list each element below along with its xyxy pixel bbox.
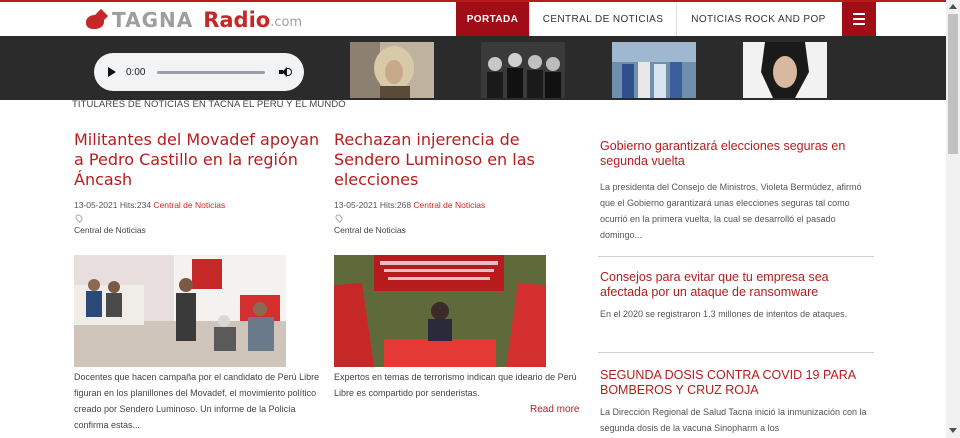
article-card-1: Militantes del Movadef apoyan a Pedro Ca… <box>74 130 324 235</box>
sidebar-news-1: Gobierno garantizará elecciones seguras … <box>600 139 876 243</box>
article-excerpt: Expertos en temas de terrorismo indican … <box>334 372 577 398</box>
article-hits: Hits:234 <box>119 200 152 210</box>
article-category-link[interactable]: Central de Noticias <box>413 200 485 210</box>
sidebar-divider <box>598 256 874 257</box>
article-meta: 13-05-2021 Hits:234 Central de Noticias <box>74 200 324 210</box>
sidebar-news-title[interactable]: Consejos para evitar que tu empresa sea … <box>600 270 876 300</box>
article-author: Central de Noticias <box>74 225 146 235</box>
play-icon[interactable] <box>108 67 116 77</box>
sidebar-news-2: Consejos para evitar que tu empresa sea … <box>600 270 876 322</box>
gallery-thumb-4[interactable] <box>743 42 827 98</box>
hamburger-icon <box>853 13 865 15</box>
author-pin-icon <box>334 213 344 223</box>
read-more-link[interactable]: Read more <box>530 404 579 415</box>
main-nav: PORTADA CENTRAL DE NOTICIAS NOTICIAS ROC… <box>456 2 840 36</box>
player-progress-track[interactable] <box>157 70 266 74</box>
logo-text-com: .com <box>270 15 303 30</box>
article-card-2: Rechazan injerencia de Sendero Luminoso … <box>334 130 580 235</box>
section-title: TITULARES DE NOTICIAS EN TACNA EL PERÚ Y… <box>72 99 346 110</box>
article-title[interactable]: Rechazan injerencia de Sendero Luminoso … <box>334 130 580 190</box>
logo-text-radio: Radio <box>203 8 271 32</box>
logo-text-tacna: TAGNA <box>112 8 194 32</box>
article-excerpt: Docentes que hacen campaña por el candid… <box>74 372 320 430</box>
site-logo[interactable]: TAGNA Radio .com <box>84 6 302 34</box>
article-category-link[interactable]: Central de Noticias <box>153 200 225 210</box>
audio-player[interactable]: 0:00 <box>94 53 304 91</box>
gallery-thumb-3[interactable] <box>612 42 696 98</box>
article-hits: Hits:268 <box>379 200 412 210</box>
article-author: Central de Noticias <box>334 225 406 235</box>
sidebar-divider <box>598 352 874 353</box>
sidebar-news-title[interactable]: SEGUNDA DOSIS CONTRA COVID 19 PARA BOMBE… <box>600 368 876 398</box>
sidebar-news-title[interactable]: Gobierno garantizará elecciones seguras … <box>600 139 876 169</box>
gallery-thumb-1[interactable] <box>350 42 434 98</box>
nav-item-portada[interactable]: PORTADA <box>456 2 529 36</box>
article-meta: 13-05-2021 Hits:268 Central de Noticias <box>334 200 580 210</box>
page-scrollbar[interactable] <box>946 0 960 438</box>
author-pin-icon <box>74 213 84 223</box>
sidebar-news-excerpt: La presidenta del Consejo de Ministros, … <box>600 182 862 240</box>
gallery-thumb-2[interactable] <box>481 42 565 98</box>
article-title[interactable]: Militantes del Movadef apoyan a Pedro Ca… <box>74 130 324 190</box>
sidebar-news-3: SEGUNDA DOSIS CONTRA COVID 19 PARA BOMBE… <box>600 368 876 436</box>
player-time: 0:00 <box>126 66 146 78</box>
scroll-up-arrow-icon[interactable] <box>949 4 957 9</box>
scroll-down-arrow-icon[interactable] <box>949 428 957 433</box>
hamburger-menu-button[interactable] <box>842 2 876 36</box>
article-photo-1[interactable] <box>74 255 286 367</box>
sidebar-news-excerpt: La Dirección Regional de Salud Tacna ini… <box>600 407 867 433</box>
sidebar-news-excerpt: En el 2020 se registraron 1.3 millones d… <box>600 309 848 319</box>
nav-item-central-de-noticias[interactable]: CENTRAL DE NOTICIAS <box>529 2 676 36</box>
site-header: TAGNA Radio .com PORTADA CENTRAL DE NOTI… <box>0 2 946 36</box>
logo-map-icon <box>84 8 110 31</box>
article-date: 13-05-2021 <box>74 200 118 210</box>
article-photo-2[interactable] <box>334 255 546 367</box>
nav-item-noticias-rock-and-pop[interactable]: NOTICIAS ROCK AND POP <box>676 2 840 36</box>
scrollbar-thumb[interactable] <box>948 14 958 154</box>
article-date: 13-05-2021 <box>334 200 378 210</box>
volume-icon[interactable] <box>279 67 293 77</box>
